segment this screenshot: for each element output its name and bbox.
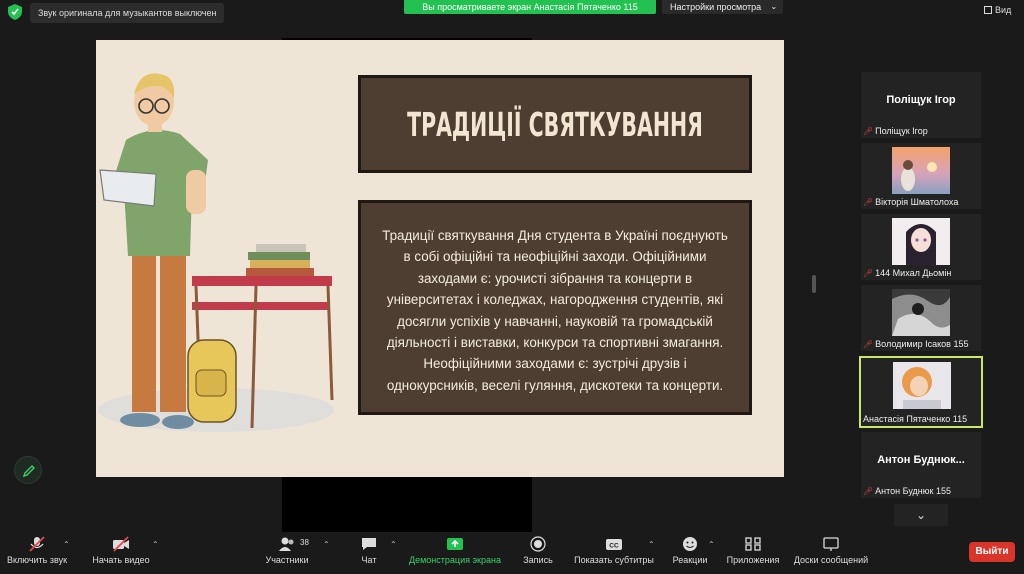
record-icon <box>530 536 546 552</box>
zoom-meeting-window: Звук оригинала для музыкантов выключен В… <box>0 0 1024 574</box>
participant-label: Анастасія Пятаченко 115 <box>863 414 967 424</box>
participant-name: Анастасія Пятаченко 115 <box>863 414 968 424</box>
student-illustration <box>98 73 334 432</box>
whiteboards-label: Доски сообщений <box>793 555 869 565</box>
participant-photo <box>893 362 951 409</box>
slide-body-line: досягли успіхів у навчанні, науковій та … <box>397 313 713 329</box>
chat-icon <box>362 538 376 550</box>
show-subtitles-label: Показать субтитры <box>574 555 654 565</box>
participant-display-name: Антон Буднюк... <box>877 454 965 466</box>
participants-icon <box>279 537 294 551</box>
slide-body-line: в собі офіційні та неофіційні заходи. Оф… <box>403 249 707 265</box>
participant-tile[interactable]: Антон Буднюк... 🎤︎ Антон Буднюк 155 <box>861 432 981 498</box>
svg-text:CC: CC <box>609 543 619 550</box>
participants-count: 38 <box>300 538 309 547</box>
pencil-icon <box>22 465 35 478</box>
mic-muted-icon: 🎤︎ <box>863 198 874 207</box>
share-screen-button[interactable]: Демонстрация экрана <box>406 536 504 565</box>
start-video-label: Начать видео <box>92 555 150 565</box>
slide-body-line: діяльності і виставки, конкурси та спорт… <box>386 335 724 351</box>
chevron-down-icon: ⌄ <box>770 2 778 11</box>
top-bar: Звук оригинала для музыкантов выключен В… <box>0 0 1024 26</box>
slide-body-line: Неофіційними заходами є: зустрічі друзів… <box>423 356 687 372</box>
start-video-button[interactable]: Начать видео <box>90 536 152 565</box>
unmute-label: Включить звук <box>6 555 68 565</box>
show-subtitles-button[interactable]: CC Показать субтитры <box>572 536 656 565</box>
slide-body-line: університетах і коледжах, нагородження с… <box>386 292 724 308</box>
slide-body-line: Традиції святкування Дня студента в Укра… <box>382 228 728 243</box>
original-sound-notice: Звук оригинала для музыкантов выключен <box>30 3 225 23</box>
view-button[interactable]: Вид <box>984 5 1011 15</box>
participant-photo <box>892 289 950 336</box>
participant-tile[interactable]: 🎤︎ Вікторія Шматолоха <box>861 143 981 209</box>
slide-body-text: Традиції святкування Дня студента в Укра… <box>375 225 735 396</box>
leave-meeting-button[interactable]: Выйти <box>969 542 1015 562</box>
participant-name: 144 Михал Дьомін <box>875 268 952 278</box>
viewing-screen-banner: Вы просматриваете экран Анастасія Пятаче… <box>404 0 656 14</box>
reactions-options-caret[interactable]: ⌃ <box>708 540 715 549</box>
emoji-icon <box>683 537 697 551</box>
participant-tile[interactable]: 🎤︎ 144 Михал Дьомін <box>861 214 981 280</box>
mic-off-icon <box>29 536 45 552</box>
participant-name: Вікторія Шматолоха <box>875 197 959 207</box>
chat-options-caret[interactable]: ⌃ <box>390 540 397 549</box>
slide-body-line: однокурсників, веселі гуляння, дискотеки… <box>386 377 724 393</box>
mic-muted-icon: 🎤︎ <box>863 127 874 136</box>
grid-icon <box>984 6 992 14</box>
participant-name: Антон Буднюк 155 <box>875 486 951 496</box>
annotate-button[interactable] <box>14 456 42 484</box>
slide-body-box: Традиції святкування Дня студента в Укра… <box>358 200 752 415</box>
share-screen-label: Демонстрация экрана <box>409 555 501 565</box>
meeting-toolbar: Включить звук ⌃ Начать видео ⌃ Участники… <box>0 532 1024 574</box>
participant-label: 🎤︎ Вікторія Шматолоха <box>863 197 958 207</box>
unmute-button[interactable]: Включить звук <box>6 536 68 565</box>
whiteboard-icon <box>823 537 839 551</box>
slide-body-line: заходами є: урочисті зібрання та концерт… <box>417 270 693 286</box>
mic-muted-icon: 🎤︎ <box>863 340 874 349</box>
chat-button[interactable]: Чат <box>354 536 384 565</box>
shield-icon[interactable] <box>8 4 22 20</box>
closed-captions-icon: CC <box>606 539 622 550</box>
subtitles-options-caret[interactable]: ⌃ <box>648 540 655 549</box>
participant-name: Поліщук Ігор <box>875 126 928 136</box>
reactions-label: Реакции <box>672 555 708 565</box>
participants-label: Участники <box>265 555 309 565</box>
panel-resize-handle[interactable] <box>812 275 816 293</box>
share-screen-icon <box>447 538 463 550</box>
reactions-button[interactable]: Реакции <box>670 536 710 565</box>
participants-options-caret[interactable]: ⌃ <box>323 540 330 549</box>
participant-name: Володимир Ісаков 155 <box>875 339 969 349</box>
shared-slide: ТРАДИЦІЇ СВЯТКУВАННЯ Традиції святкуванн… <box>96 40 784 477</box>
view-settings-button[interactable]: Настройки просмотра ⌄ <box>662 0 784 14</box>
participant-display-name: Поліщук Ігор <box>886 94 956 106</box>
mic-muted-icon: 🎤︎ <box>863 269 874 278</box>
video-off-icon <box>113 536 129 552</box>
participant-tile[interactable]: Поліщук Ігор 🎤︎ Поліщук Ігор <box>861 72 981 138</box>
participant-label: 🎤︎ 144 Михал Дьомін <box>863 268 951 278</box>
participant-label: 🎤︎ Антон Буднюк 155 <box>863 486 951 496</box>
record-label: Запись <box>523 555 553 565</box>
view-settings-label: Настройки просмотра <box>670 2 762 12</box>
slide-title-box: ТРАДИЦІЇ СВЯТКУВАННЯ <box>358 75 752 173</box>
apps-label: Приложения <box>726 555 780 565</box>
chevron-down-icon: ⌄ <box>915 508 927 522</box>
view-button-label: Вид <box>995 5 1012 15</box>
audio-options-caret[interactable]: ⌃ <box>63 540 70 549</box>
record-button[interactable]: Запись <box>520 536 556 565</box>
video-options-caret[interactable]: ⌃ <box>152 540 159 549</box>
mic-muted-icon: 🎤︎ <box>863 487 874 496</box>
slide-title: ТРАДИЦІЇ СВЯТКУВАННЯ <box>407 104 703 144</box>
participant-photo <box>892 218 950 265</box>
chat-label: Чат <box>361 555 377 565</box>
scroll-participants-down-button[interactable]: ⌄ <box>894 504 948 526</box>
whiteboards-button[interactable]: Доски сообщений <box>790 536 872 565</box>
participant-label: 🎤︎ Поліщук Ігор <box>863 126 928 136</box>
participant-photo <box>892 147 950 194</box>
participant-tile-active-speaker[interactable]: Анастасія Пятаченко 115 <box>859 356 983 428</box>
participant-label: 🎤︎ Володимир Ісаков 155 <box>863 339 968 349</box>
apps-button[interactable]: Приложения <box>724 536 782 565</box>
participant-tile[interactable]: 🎤︎ Володимир Ісаков 155 <box>861 285 981 351</box>
apps-icon <box>745 537 761 551</box>
